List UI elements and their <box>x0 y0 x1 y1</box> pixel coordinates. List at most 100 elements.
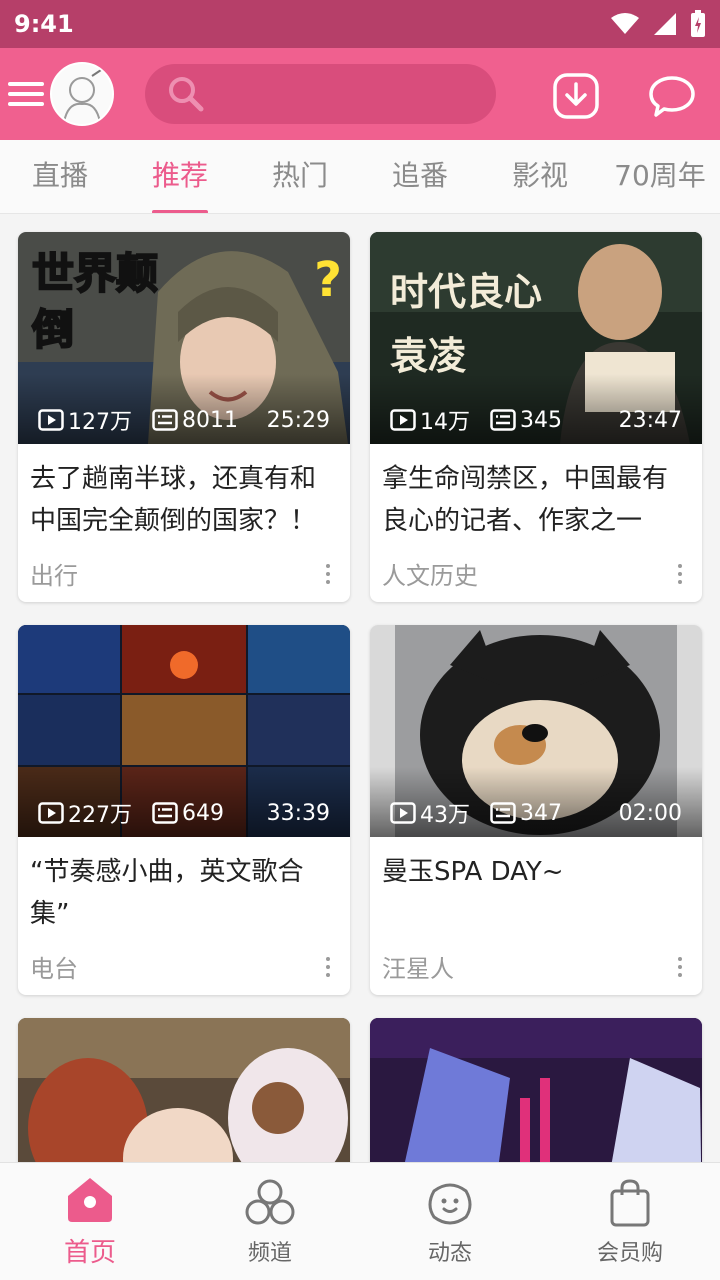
category-tabs: 直播 推荐 热门 追番 影视 70周年 <box>0 140 720 214</box>
video-card[interactable]: 时代良心 袁凌 14万 345 23:47 拿生命闯禁区，中国最有良心的记者、作… <box>370 232 702 602</box>
view-count-value: 14万 <box>420 410 470 435</box>
duration: 33:39 <box>266 800 330 826</box>
dot <box>326 972 330 977</box>
channels-icon <box>245 1179 295 1224</box>
more-options-button[interactable] <box>670 559 690 589</box>
status-bar: 9:41 <box>0 0 720 48</box>
more-options-button[interactable] <box>318 952 338 982</box>
video-thumbnail[interactable]: 时代良心 袁凌 14万 345 23:47 <box>370 232 702 444</box>
status-time: 9:41 <box>14 10 74 38</box>
nav-channels[interactable]: 频道 <box>180 1163 360 1280</box>
danmaku-count-value: 345 <box>520 407 562 433</box>
video-card[interactable]: 227万 649 33:39 “节奏感小曲，英文歌合集” 电台 <box>18 625 350 995</box>
thumbnail-anime-image <box>370 1018 702 1162</box>
more-options-button[interactable] <box>670 952 690 982</box>
category-tag[interactable]: 汪星人 <box>382 949 454 984</box>
danmaku-count: 649 <box>152 801 224 826</box>
message-button[interactable] <box>648 72 696 120</box>
dot <box>678 964 682 969</box>
thumbnail-caption: 世界颠倒 <box>31 248 159 355</box>
video-title[interactable]: “节奏感小曲，英文歌合集” <box>18 837 350 937</box>
tab-popular[interactable]: 热门 <box>240 140 360 213</box>
video-thumbnail[interactable]: 43万 347 02:00 <box>370 625 702 837</box>
thumbnail-anime-image <box>18 1018 350 1162</box>
video-thumbnail[interactable] <box>370 1018 702 1162</box>
menu-line <box>8 82 44 86</box>
play-count-icon <box>390 409 416 431</box>
nav-channels-label: 频道 <box>247 1240 292 1266</box>
play-count-icon <box>38 409 64 431</box>
download-icon <box>553 73 599 119</box>
danmaku-count: 345 <box>490 408 562 433</box>
view-count-value: 127万 <box>68 410 132 435</box>
avatar[interactable] <box>50 62 114 126</box>
bottom-navigation: 首页 频道 动态 会员购 <box>0 1162 720 1280</box>
nav-home[interactable]: 首页 <box>0 1163 180 1280</box>
video-feed: 世界颠倒 ? 127万 8011 25:29 去了趟南半球，还真有和中国完全颠倒… <box>0 214 720 1162</box>
video-thumbnail[interactable]: 世界颠倒 ? 127万 8011 25:29 <box>18 232 350 444</box>
wifi-icon <box>611 13 639 34</box>
video-title[interactable]: 曼玉SPA DAY~ <box>370 837 702 937</box>
view-count: 43万 <box>390 797 470 829</box>
app-bar <box>0 48 720 140</box>
tab-movies[interactable]: 影视 <box>480 140 600 213</box>
menu-button[interactable] <box>4 72 48 116</box>
tab-recommended[interactable]: 推荐 <box>120 140 240 213</box>
category-tag[interactable]: 人文历史 <box>382 556 478 591</box>
video-stats: 14万 345 23:47 <box>370 404 702 436</box>
search-box[interactable] <box>145 64 496 124</box>
view-count: 127万 <box>38 404 132 436</box>
danmaku-icon <box>152 802 178 824</box>
danmaku-icon <box>490 802 516 824</box>
dot <box>326 563 330 568</box>
danmaku-icon <box>152 409 178 431</box>
video-card[interactable] <box>18 1018 350 1162</box>
category-tag[interactable]: 电台 <box>30 949 78 984</box>
category-tag[interactable]: 出行 <box>30 556 78 591</box>
dot <box>678 972 682 977</box>
duration: 02:00 <box>618 800 682 826</box>
tab-70th-anniversary[interactable]: 70周年 <box>600 140 720 213</box>
video-card[interactable] <box>370 1018 702 1162</box>
download-button[interactable] <box>552 72 600 120</box>
dot <box>326 964 330 969</box>
nav-home-label: 首页 <box>63 1238 116 1268</box>
dot <box>326 579 330 584</box>
dot <box>678 579 682 584</box>
search-icon <box>169 77 204 112</box>
question-mark: ? <box>314 252 342 308</box>
home-icon <box>68 1178 112 1222</box>
tab-live[interactable]: 直播 <box>0 140 120 213</box>
danmaku-count-value: 8011 <box>182 407 238 433</box>
shopping-bag-icon <box>610 1178 650 1226</box>
more-options-button[interactable] <box>318 559 338 589</box>
video-title[interactable]: 去了趟南半球，还真有和中国完全颠倒的国家？！ <box>18 444 350 544</box>
nav-shop-label: 会员购 <box>596 1240 663 1266</box>
nav-shop[interactable]: 会员购 <box>540 1163 720 1280</box>
dot <box>678 956 682 961</box>
message-icon <box>649 76 695 117</box>
duration: 23:47 <box>618 407 682 433</box>
video-thumbnail[interactable] <box>18 1018 350 1162</box>
tab-anime[interactable]: 追番 <box>360 140 480 213</box>
video-stats: 127万 8011 25:29 <box>18 404 350 436</box>
video-stats: 43万 347 02:00 <box>370 797 702 829</box>
search-input[interactable] <box>215 80 475 108</box>
play-count-icon <box>38 802 64 824</box>
danmaku-count-value: 347 <box>520 800 562 826</box>
danmaku-count: 347 <box>490 801 562 826</box>
video-card[interactable]: 世界颠倒 ? 127万 8011 25:29 去了趟南半球，还真有和中国完全颠倒… <box>18 232 350 602</box>
card-footer: 汪星人 <box>370 937 702 984</box>
status-icons <box>610 10 706 38</box>
signal-icon <box>654 13 676 35</box>
view-count-value: 227万 <box>68 803 132 828</box>
video-card[interactable]: 43万 347 02:00 曼玉SPA DAY~ 汪星人 <box>370 625 702 995</box>
video-stats: 227万 649 33:39 <box>18 797 350 829</box>
play-count-icon <box>390 802 416 824</box>
danmaku-icon <box>490 409 516 431</box>
video-title[interactable]: 拿生命闯禁区，中国最有良心的记者、作家之一 <box>370 444 702 544</box>
danmaku-count: 8011 <box>152 408 238 433</box>
nav-feed[interactable]: 动态 <box>360 1163 540 1280</box>
video-thumbnail[interactable]: 227万 649 33:39 <box>18 625 350 837</box>
menu-line <box>8 102 44 106</box>
